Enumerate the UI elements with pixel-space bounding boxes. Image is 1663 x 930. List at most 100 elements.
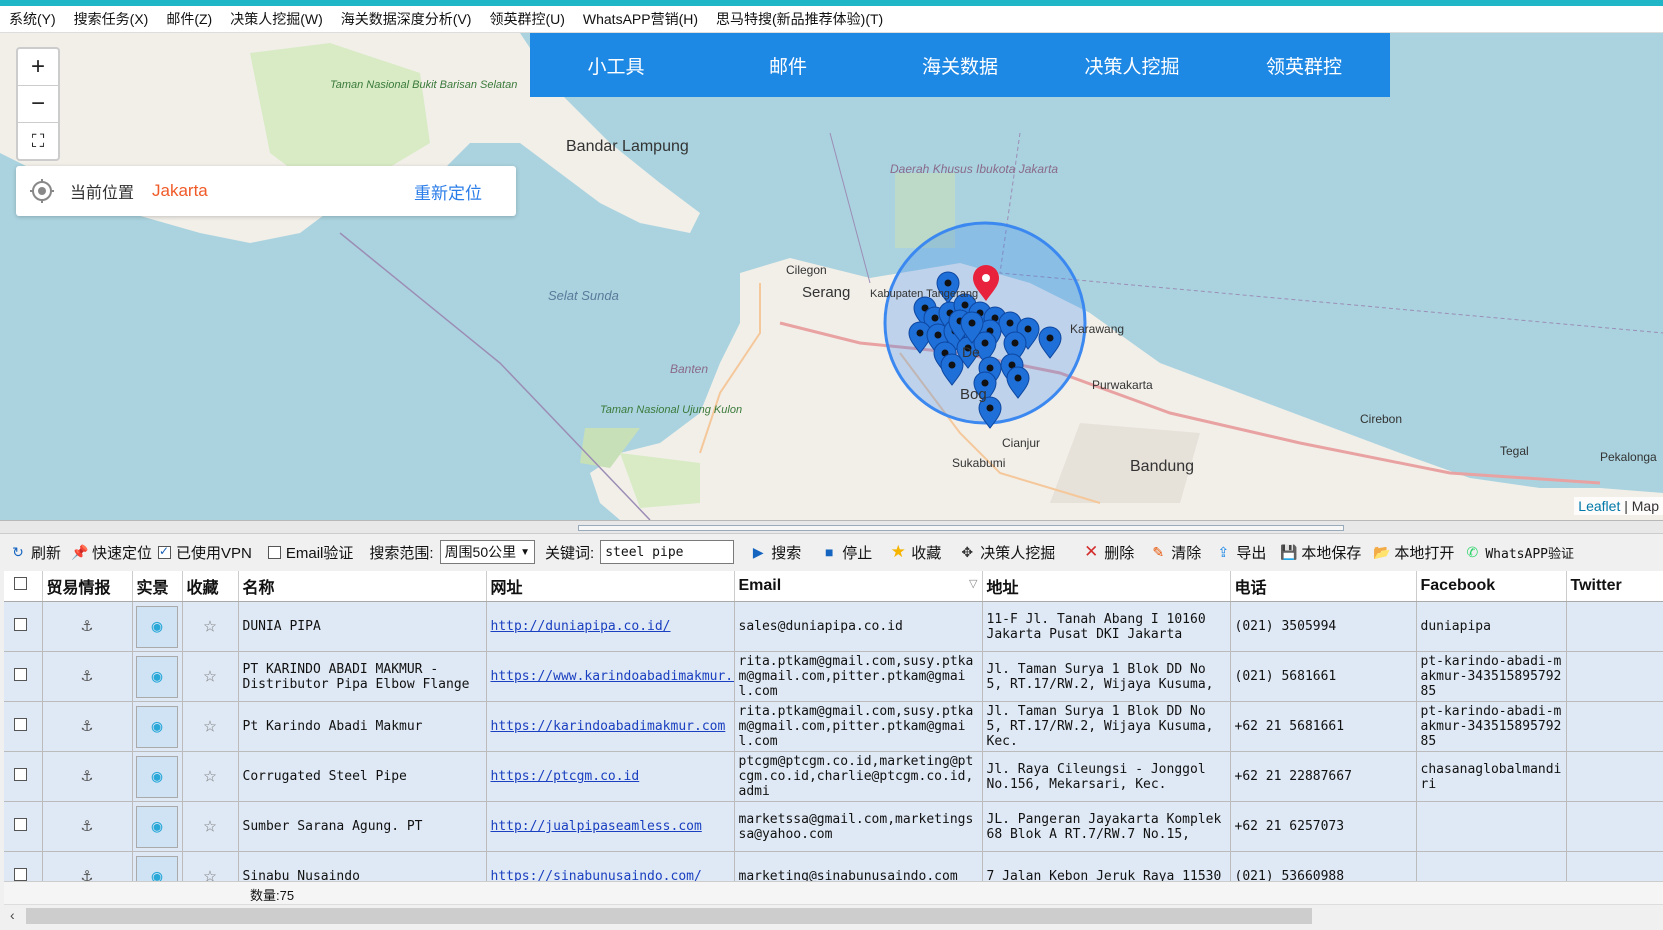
stop-button[interactable]: ■ 停止 — [821, 542, 872, 563]
delete-button[interactable]: ✕ 删除 — [1083, 542, 1134, 563]
street-view-icon[interactable]: ◉ — [136, 805, 178, 848]
decision-button[interactable]: ✥ 决策人挖掘 — [959, 542, 1055, 563]
anchor-icon[interactable]: ⚓ — [82, 815, 93, 836]
tab-tools[interactable]: 小工具 — [530, 52, 702, 79]
splitter-grip[interactable] — [578, 525, 1344, 531]
anchor-icon[interactable]: ⚓ — [82, 765, 93, 786]
header-phone[interactable]: 电话 — [1230, 571, 1417, 602]
tab-email[interactable]: 邮件 — [702, 52, 874, 79]
zoom-in-button[interactable]: + — [18, 49, 58, 86]
cell-url[interactable]: https://www.karindoabadimakmur.com/ — [491, 669, 734, 684]
keyword-input[interactable]: steel pipe — [600, 540, 735, 564]
cell-name: Sumber Sarana Agung. PT — [242, 819, 423, 834]
vpn-checkbox[interactable]: 已使用VPN — [158, 542, 252, 563]
header-twitter[interactable]: Twitter — [1566, 571, 1663, 602]
horizontal-scrollbar[interactable]: ‹ — [4, 904, 1663, 927]
export-button[interactable]: ⇪ 导出 — [1215, 542, 1266, 563]
row-checkbox[interactable] — [13, 668, 27, 681]
favorite-star-icon[interactable]: ☆ — [203, 763, 216, 788]
dropdown-arrow-icon: ▼ — [520, 546, 531, 558]
street-view-icon[interactable]: ◉ — [136, 755, 178, 798]
street-view-icon[interactable]: ◉ — [136, 605, 178, 648]
table-row[interactable]: ⚓ ◉ ☆ Sinabu Nusaindo https://sinabunusaindo… — [4, 851, 1663, 882]
row-checkbox[interactable] — [13, 868, 27, 881]
header-trade-intel[interactable]: 贸易情报 — [42, 571, 133, 602]
export-icon: ⇪ — [1217, 544, 1230, 560]
tab-linkedin[interactable]: 领英群控 — [1218, 52, 1390, 79]
menu-system[interactable]: 系统(Y) — [0, 9, 65, 29]
range-value: 周围50公里 — [444, 544, 517, 560]
email-verify-checkbox[interactable]: Email验证 — [267, 542, 353, 563]
menu-search-task[interactable]: 搜索任务(X) — [65, 9, 158, 29]
cell-phone: (021) 53660988 — [1234, 869, 1345, 881]
range-select[interactable]: 周围50公里 ▼ — [439, 540, 536, 564]
cell-url[interactable]: http://jualpipaseamless.com — [491, 819, 702, 834]
tab-decision-maker[interactable]: 决策人挖掘 — [1046, 52, 1218, 79]
search-button[interactable]: ▶ 搜索 — [750, 542, 801, 563]
table-row[interactable]: ⚓ ◉ ☆ DUNIA PIPA http://duniapipa.co.id/sale… — [4, 601, 1663, 652]
quick-locate-button[interactable]: 📌 快速定位 — [71, 542, 152, 563]
anchor-icon[interactable]: ⚓ — [82, 865, 93, 882]
panel-splitter[interactable] — [0, 521, 1663, 534]
header-name[interactable]: 名称 — [238, 571, 487, 602]
row-checkbox[interactable] — [13, 618, 27, 631]
whatsapp-verify-button[interactable]: ✆ WhatsAPP验证 — [1464, 543, 1574, 562]
anchor-icon[interactable]: ⚓ — [82, 665, 93, 686]
menu-linkedin[interactable]: 领英群控(U) — [480, 9, 573, 29]
menu-email[interactable]: 邮件(Z) — [157, 9, 221, 29]
header-url[interactable]: 网址 — [486, 571, 735, 602]
street-view-icon[interactable]: ◉ — [136, 855, 178, 881]
cell-address: Jl. Raya Cileungsi - Jonggol No.156, Mek… — [986, 761, 1206, 792]
row-checkbox[interactable] — [13, 718, 27, 731]
favorite-button[interactable]: ★ 收藏 — [890, 542, 942, 563]
favorite-star-icon[interactable]: ☆ — [203, 613, 216, 638]
fullscreen-button[interactable]: ⛶ — [18, 123, 58, 159]
scroll-thumb[interactable] — [26, 908, 1312, 924]
save-local-button[interactable]: 💾 本地保存 — [1280, 542, 1361, 563]
locate-target-icon[interactable] — [30, 179, 54, 203]
relocate-button[interactable]: 重新定位 — [414, 179, 482, 204]
header-select-all[interactable] — [4, 571, 43, 602]
table-row[interactable]: ⚓ ◉ ☆ Pt Karindo Abadi Makmur https://karind… — [4, 701, 1663, 752]
header-address[interactable]: 地址 — [982, 571, 1231, 602]
tab-customs[interactable]: 海关数据 — [874, 52, 1046, 79]
street-view-icon[interactable]: ◉ — [136, 705, 178, 748]
map-view[interactable]: Bandar Lampung Taman Nasional Bukit Bari… — [0, 33, 1663, 521]
label-karawang: Karawang — [1070, 322, 1124, 336]
zoom-out-button[interactable]: − — [18, 86, 58, 123]
keyword-label: 关键词: — [545, 544, 595, 562]
anchor-icon[interactable]: ⚓ — [82, 715, 93, 736]
clear-button[interactable]: ✎ 清除 — [1150, 542, 1201, 563]
menu-decision-maker[interactable]: 决策人挖掘(W) — [221, 9, 332, 29]
anchor-icon[interactable]: ⚓ — [82, 615, 93, 636]
favorite-star-icon[interactable]: ☆ — [203, 813, 216, 838]
header-facebook[interactable]: Facebook — [1416, 571, 1567, 602]
street-view-icon[interactable]: ◉ — [136, 655, 178, 698]
leaflet-link[interactable]: Leaflet — [1578, 498, 1620, 514]
menu-smart-search[interactable]: 思马特搜(新品推荐体验)(T) — [707, 9, 892, 29]
row-checkbox[interactable] — [13, 818, 27, 831]
cell-url[interactable]: https://karindoabadimakmur.com — [491, 719, 726, 734]
cell-url[interactable]: https://ptcgm.co.id — [491, 769, 640, 784]
cell-url[interactable]: https://sinabunusaindo.com/ — [491, 869, 702, 881]
open-local-button[interactable]: 📂 本地打开 — [1373, 542, 1454, 563]
label-sukabumi: Sukabumi — [952, 456, 1005, 470]
scroll-left-icon[interactable]: ‹ — [10, 907, 15, 923]
filter-icon[interactable]: ▽ — [969, 577, 977, 590]
cell-url[interactable]: http://duniapipa.co.id/ — [491, 619, 671, 634]
table-row[interactable]: ⚓ ◉ ☆ PT KARINDO ABADI MAKMUR - Distributor… — [4, 651, 1663, 702]
table-row[interactable]: ⚓ ◉ ☆ Sumber Sarana Agung. PT http://jualpip… — [4, 801, 1663, 852]
row-checkbox[interactable] — [13, 768, 27, 781]
favorite-star-icon[interactable]: ☆ — [203, 713, 216, 738]
favorite-star-icon[interactable]: ☆ — [203, 663, 216, 688]
map-marker-dot — [981, 339, 989, 347]
header-email[interactable]: Email ▽ — [734, 571, 983, 602]
favorite-star-icon[interactable]: ☆ — [203, 863, 216, 881]
menu-customs-analysis[interactable]: 海关数据深度分析(V) — [332, 9, 481, 29]
header-street-view[interactable]: 实景 — [132, 571, 183, 602]
table-row[interactable]: ⚓ ◉ ☆ Corrugated Steel Pipe https://ptcgm.co… — [4, 751, 1663, 802]
refresh-button[interactable]: ↻ 刷新 — [10, 542, 61, 563]
header-favorite[interactable]: 收藏 — [182, 571, 239, 602]
select-all-checkbox[interactable] — [13, 577, 27, 590]
menu-whatsapp[interactable]: WhatsAPP营销(H) — [574, 9, 707, 29]
